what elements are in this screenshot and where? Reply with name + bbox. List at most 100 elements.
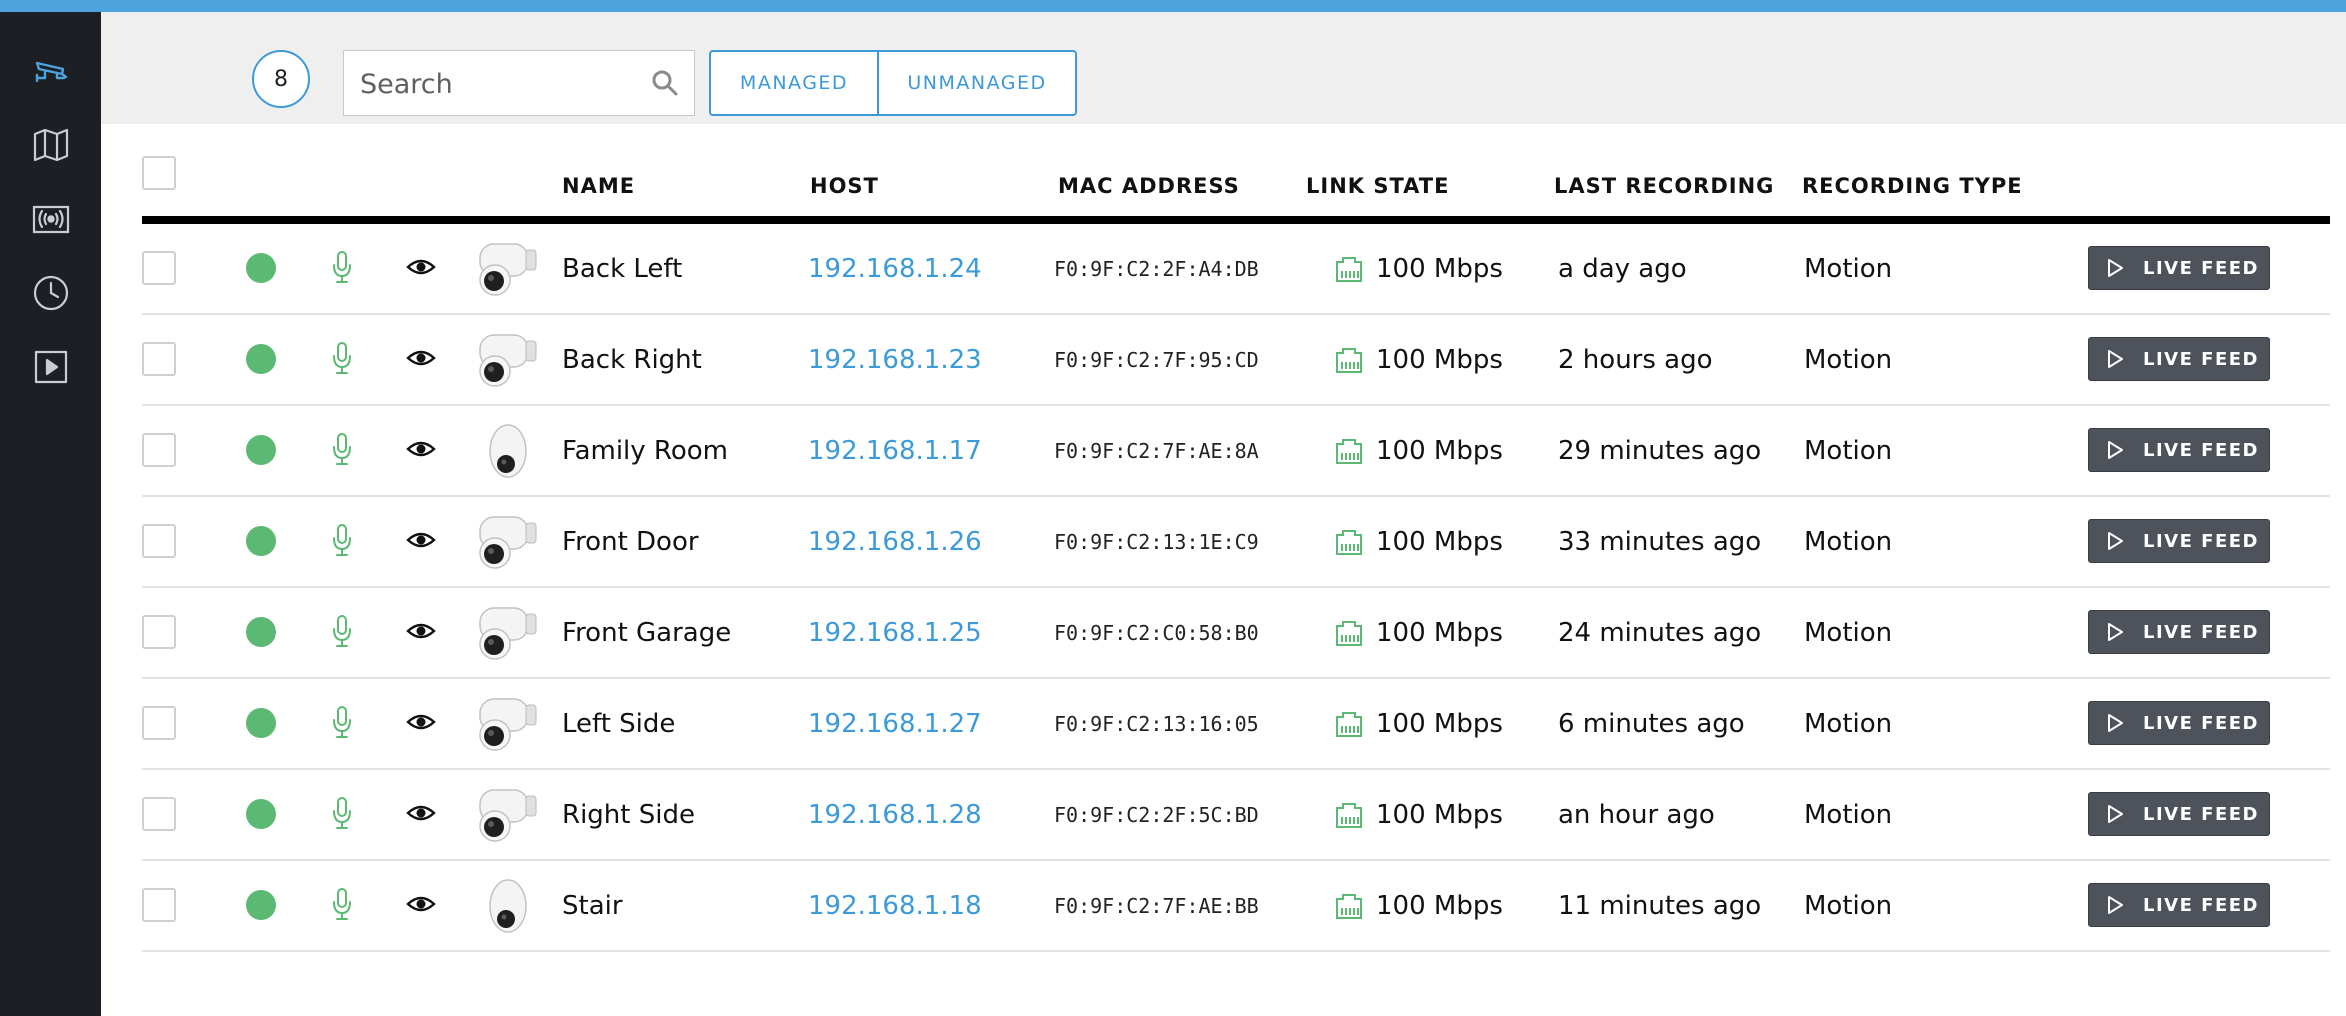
eye-icon[interactable]	[406, 800, 436, 826]
recording-type: Motion	[1804, 526, 1893, 557]
recording-type: Motion	[1804, 799, 1893, 830]
camera-name: Front Door	[562, 526, 699, 557]
eye-icon[interactable]	[406, 527, 436, 553]
row-checkbox[interactable]	[142, 888, 176, 922]
link-speed: 100 Mbps	[1376, 799, 1503, 830]
column-header-last-recording[interactable]: LAST RECORDING	[1554, 174, 1774, 198]
table-row[interactable]: Front Door 192.168.1.26 F0:9F:C2:13:1E:C…	[142, 497, 2330, 588]
unmanaged-filter-button[interactable]: UNMANAGED	[879, 52, 1075, 114]
eye-icon[interactable]	[406, 618, 436, 644]
column-header-host[interactable]: HOST	[810, 174, 879, 198]
table-row[interactable]: Stair 192.168.1.18 F0:9F:C2:7F:AE:BB 100…	[142, 861, 2330, 952]
recording-type: Motion	[1804, 344, 1893, 375]
column-header-mac[interactable]: MAC ADDRESS	[1058, 174, 1240, 198]
camera-thumbnail	[479, 698, 537, 751]
nav-cameras[interactable]	[0, 34, 101, 108]
row-checkbox[interactable]	[142, 342, 176, 376]
link-speed: 100 Mbps	[1376, 890, 1503, 921]
camera-thumbnail	[479, 607, 537, 660]
live-feed-button[interactable]: LIVE FEED	[2088, 337, 2270, 381]
nav-devices[interactable]	[0, 182, 101, 256]
search-input[interactable]	[358, 61, 642, 107]
host-link[interactable]: 192.168.1.24	[808, 224, 982, 313]
live-feed-button[interactable]: LIVE FEED	[2088, 883, 2270, 927]
ethernet-port-icon	[1336, 348, 1362, 373]
eye-icon[interactable]	[406, 254, 436, 280]
live-feed-label: LIVE FEED	[2143, 348, 2259, 370]
live-feed-button[interactable]: LIVE FEED	[2088, 246, 2270, 290]
mac-address: F0:9F:C2:C0:58:B0	[1054, 620, 1259, 645]
live-feed-button[interactable]: LIVE FEED	[2088, 610, 2270, 654]
play-icon	[2108, 532, 2123, 550]
host-link[interactable]: 192.168.1.17	[808, 406, 982, 495]
table-row[interactable]: Back Left 192.168.1.24 F0:9F:C2:2F:A4:DB…	[142, 224, 2330, 315]
eye-icon[interactable]	[406, 891, 436, 917]
select-all-checkbox[interactable]	[142, 156, 176, 190]
column-header-recording-type[interactable]: RECORDING TYPE	[1802, 174, 2023, 198]
host-link[interactable]: 192.168.1.25	[808, 588, 982, 677]
mac-address: F0:9F:C2:13:16:05	[1054, 711, 1259, 736]
table-row[interactable]: Back Right 192.168.1.23 F0:9F:C2:7F:95:C…	[142, 315, 2330, 406]
recording-type: Motion	[1804, 617, 1893, 648]
host-link[interactable]: 192.168.1.26	[808, 497, 982, 586]
nav-map[interactable]	[0, 108, 101, 182]
last-recording: 33 minutes ago	[1558, 526, 1762, 557]
live-feed-label: LIVE FEED	[2143, 439, 2259, 461]
live-feed-button[interactable]: LIVE FEED	[2088, 428, 2270, 472]
live-feed-label: LIVE FEED	[2143, 257, 2259, 279]
camera-name: Back Right	[562, 344, 702, 375]
camera-name: Front Garage	[562, 617, 732, 648]
camera-thumbnail	[479, 516, 537, 569]
ethernet-port-icon	[1336, 621, 1362, 646]
status-indicator	[246, 253, 276, 283]
host-link[interactable]: 192.168.1.18	[808, 861, 982, 950]
table-row[interactable]: Front Garage 192.168.1.25 F0:9F:C2:C0:58…	[142, 588, 2330, 679]
last-recording: a day ago	[1558, 253, 1687, 284]
table-header: NAME HOST MAC ADDRESS LINK STATE LAST RE…	[142, 124, 2330, 224]
table-row[interactable]: Family Room 192.168.1.17 F0:9F:C2:7F:AE:…	[142, 406, 2330, 497]
nav-recordings[interactable]	[0, 330, 101, 404]
eye-icon[interactable]	[406, 436, 436, 462]
last-recording: 11 minutes ago	[1558, 890, 1762, 921]
camera-thumbnail	[479, 334, 537, 387]
table-row[interactable]: Right Side 192.168.1.28 F0:9F:C2:2F:5C:B…	[142, 770, 2330, 861]
row-checkbox[interactable]	[142, 706, 176, 740]
column-header-name[interactable]: NAME	[562, 174, 635, 198]
live-feed-button[interactable]: LIVE FEED	[2088, 792, 2270, 836]
host-link[interactable]: 192.168.1.28	[808, 770, 982, 859]
search-field[interactable]	[343, 50, 695, 116]
eye-icon[interactable]	[406, 709, 436, 735]
host-link[interactable]: 192.168.1.27	[808, 679, 982, 768]
live-feed-button[interactable]: LIVE FEED	[2088, 701, 2270, 745]
managed-filter-button[interactable]: MANAGED	[711, 52, 879, 114]
live-feed-button[interactable]: LIVE FEED	[2088, 519, 2270, 563]
nav-history[interactable]	[0, 256, 101, 330]
last-recording: 29 minutes ago	[1558, 435, 1762, 466]
row-checkbox[interactable]	[142, 615, 176, 649]
row-checkbox[interactable]	[142, 433, 176, 467]
row-checkbox[interactable]	[142, 524, 176, 558]
camera-name: Right Side	[562, 799, 695, 830]
broadcast-icon	[32, 205, 69, 234]
microphone-icon	[333, 342, 351, 374]
eye-icon[interactable]	[406, 345, 436, 371]
status-indicator	[246, 708, 276, 738]
play-icon	[2108, 259, 2123, 277]
status-indicator	[246, 435, 276, 465]
search-icon[interactable]	[650, 68, 680, 98]
play-icon	[2108, 805, 2123, 823]
status-indicator	[246, 526, 276, 556]
column-header-link-state[interactable]: LINK STATE	[1306, 174, 1449, 198]
host-link[interactable]: 192.168.1.23	[808, 315, 982, 404]
camera-name: Left Side	[562, 708, 676, 739]
last-recording: an hour ago	[1558, 799, 1715, 830]
camera-thumbnail	[479, 789, 537, 842]
row-checkbox[interactable]	[142, 797, 176, 831]
table-row[interactable]: Left Side 192.168.1.27 F0:9F:C2:13:16:05…	[142, 679, 2330, 770]
play-icon	[2108, 714, 2123, 732]
recording-type: Motion	[1804, 253, 1893, 284]
row-checkbox[interactable]	[142, 251, 176, 285]
play-icon	[2108, 441, 2123, 459]
toolbar: 8 MANAGED UNMANAGED	[101, 12, 2346, 124]
play-icon	[2108, 896, 2123, 914]
